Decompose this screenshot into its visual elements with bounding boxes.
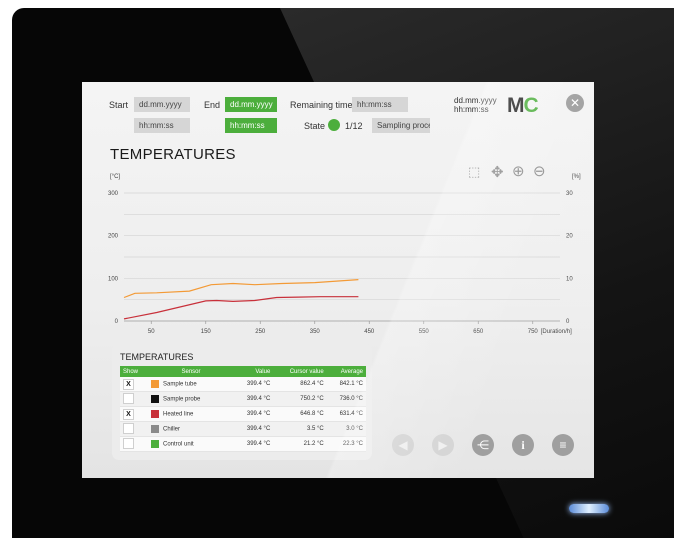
sensor-cursor-value: 750.2 °C	[273, 391, 327, 407]
table-row: Chiller 399.4 °C 3.5 °C 3.0 °C	[120, 421, 366, 437]
next-icon[interactable]: ▶	[432, 434, 454, 456]
sensor-value: 399.4 °C	[234, 421, 274, 437]
show-checkbox[interactable]: X	[123, 408, 134, 420]
sensor-name: Sample tube	[163, 381, 197, 388]
series-line-1	[123, 296, 359, 320]
sensor-name: Heated line	[163, 411, 194, 418]
x-tick-label: 450	[364, 329, 375, 335]
col-sensor: Sensor	[148, 366, 234, 377]
sensor-average: 842.1 °C	[326, 377, 366, 392]
y-left-tick-label: 200	[108, 234, 119, 240]
y-right-tick-label: 0	[566, 319, 570, 325]
sensor-average: 3.0 °C	[326, 421, 366, 437]
col-show: Show	[120, 366, 148, 377]
info-icon[interactable]: i	[512, 434, 534, 456]
previous-icon[interactable]: ◀	[392, 434, 414, 456]
x-tick-label: 150	[201, 329, 212, 335]
table-row: X Sample tube 399.4 °C 862.4 °C 842.1 °C	[120, 377, 366, 392]
col-value: Value	[234, 366, 274, 377]
x-tick-label: 250	[255, 329, 266, 335]
show-checkbox[interactable]	[123, 422, 134, 434]
show-checkbox[interactable]: X	[123, 378, 134, 390]
touch-screen: Start dd.mm.yyyy hh:mm:ss End dd.mm.yyyy…	[82, 82, 594, 478]
sensor-color-swatch	[151, 410, 159, 418]
col-average: Average	[326, 366, 366, 377]
y-left-tick-label: 0	[115, 319, 119, 325]
y-right-tick-label: 10	[566, 276, 573, 282]
panel-title: TEMPERATURES	[120, 352, 194, 362]
sensor-panel: TEMPERATURES Show Sensor Value Cursor va…	[112, 344, 372, 460]
sensor-cursor-value: 862.4 °C	[273, 377, 327, 392]
series-line-0	[123, 279, 359, 299]
sensor-color-swatch	[151, 425, 159, 433]
sensor-color-swatch	[151, 440, 159, 448]
menu-icon[interactable]: ≡	[552, 434, 574, 456]
status-led	[569, 504, 609, 513]
sensor-name: Sample probe	[163, 396, 201, 403]
x-tick-label: 550	[419, 329, 430, 335]
sensor-cursor-value: 3.5 °C	[273, 421, 327, 437]
sensor-average: 22.3 °C	[326, 436, 366, 452]
x-tick-label: 750	[528, 329, 539, 335]
x-tick-label: 350	[310, 329, 321, 335]
y-right-tick-label: 30	[566, 191, 573, 197]
x-tick-label: 650	[473, 329, 484, 335]
sensor-value: 399.4 °C	[234, 391, 274, 407]
sensor-average: 736.0 °C	[326, 391, 366, 407]
sensor-value: 399.4 °C	[234, 377, 274, 392]
y-left-tick-label: 100	[108, 276, 119, 282]
y-left-tick-label: 300	[108, 191, 119, 197]
col-cursor-value: Cursor value	[273, 366, 327, 377]
show-checkbox[interactable]	[123, 392, 134, 404]
table-row: X Heated line 399.4 °C 646.8 °C 631.4 °C	[120, 406, 366, 422]
table-header-row: Show Sensor Value Cursor value Average	[120, 366, 366, 377]
sensor-table: Show Sensor Value Cursor value Average X…	[120, 366, 366, 452]
x-axis-label: [Duration/h]	[541, 329, 572, 335]
sensor-color-swatch	[151, 395, 159, 403]
network-icon[interactable]: ⋲	[472, 434, 494, 456]
sensor-value: 399.4 °C	[234, 406, 274, 422]
sensor-name: Control unit	[163, 441, 194, 448]
sensor-color-swatch	[151, 380, 159, 388]
sensor-cursor-value: 21.2 °C	[273, 436, 327, 452]
sensor-value: 399.4 °C	[234, 436, 274, 452]
y-right-tick-label: 20	[566, 234, 573, 240]
table-row: Sample probe 399.4 °C 750.2 °C 736.0 °C	[120, 391, 366, 407]
sensor-average: 631.4 °C	[326, 406, 366, 422]
table-row: Control unit 399.4 °C 21.2 °C 22.3 °C	[120, 436, 366, 452]
x-tick-label: 50	[148, 329, 155, 335]
sensor-cursor-value: 646.8 °C	[273, 406, 327, 422]
show-checkbox[interactable]	[123, 437, 134, 449]
sensor-name: Chiller	[163, 426, 181, 433]
